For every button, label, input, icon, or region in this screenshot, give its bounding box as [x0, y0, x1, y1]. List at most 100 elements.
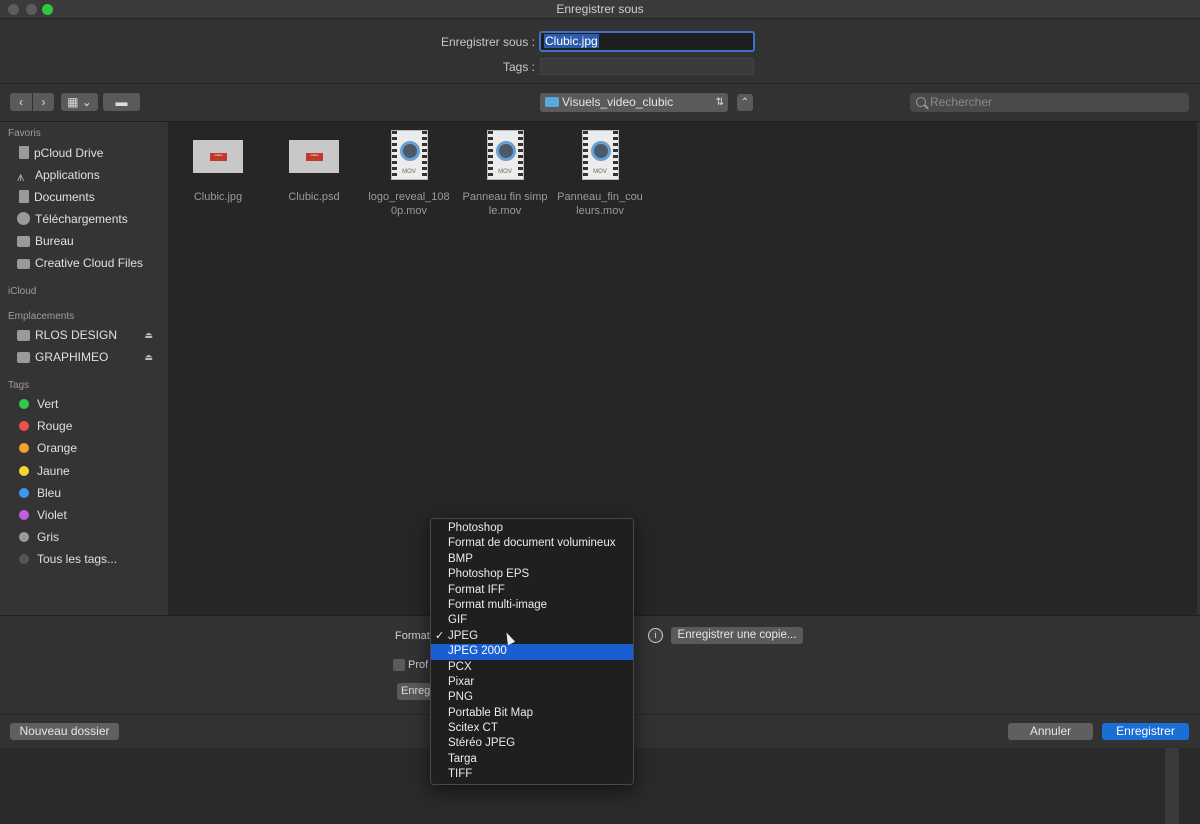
background-scrollbar — [1165, 748, 1179, 824]
new-folder-button[interactable]: Nouveau dossier — [10, 723, 119, 740]
save-copy-button[interactable]: Enregistrer une copie... — [671, 627, 803, 644]
format-menu-item[interactable]: PNG — [431, 690, 633, 705]
title-bar: Enregistrer sous — [0, 0, 1200, 19]
location-popup[interactable]: Visuels_video_clubic ⇅ — [540, 93, 728, 112]
sidebar-tag-item[interactable]: Violet — [17, 505, 163, 525]
back-button[interactable]: ‹ — [10, 93, 32, 111]
section-locations: Emplacements — [8, 311, 75, 322]
sidebar-tag-item[interactable]: Orange — [17, 438, 163, 458]
checkmark-icon: ✓ — [435, 629, 445, 642]
filename-input[interactable]: Clubic.jpg — [539, 31, 755, 52]
save-options-button[interactable]: Enreg — [397, 683, 431, 700]
new-folder-toolbar-button[interactable]: ▬ — [103, 93, 140, 111]
sidebar-item-label: GRAPHIMEO — [35, 350, 109, 364]
sidebar-tag-item[interactable]: Tous les tags... — [17, 549, 163, 569]
save-button[interactable]: Enregistrer — [1102, 723, 1189, 740]
menu-item-label: Format de document volumineux — [448, 537, 616, 550]
tags-input[interactable] — [540, 58, 754, 75]
file-item[interactable]: MOV Panneau_fin_couleurs.mov — [557, 130, 643, 218]
forward-button[interactable]: › — [33, 93, 54, 111]
sidebar-item-label: Applications — [35, 168, 100, 182]
file-name: Panneau_fin_couleurs.mov — [557, 191, 643, 217]
file-item[interactable]: clubic Clubic.jpg — [175, 130, 261, 204]
menu-item-label: BMP — [448, 552, 473, 565]
sidebar-tag-item[interactable]: Bleu — [17, 483, 163, 503]
sidebar-item-label: RLOS DESIGN — [35, 328, 118, 342]
format-menu-item[interactable]: Format multi-image — [431, 598, 633, 613]
info-icon[interactable]: i — [648, 628, 663, 643]
zoom-window-button[interactable] — [42, 4, 53, 15]
close-window-button[interactable] — [8, 4, 19, 15]
eject-icon[interactable]: ⏏ — [144, 325, 153, 345]
tag-color-dot-icon — [19, 421, 29, 432]
menu-item-label: JPEG 2000 — [448, 645, 507, 658]
file-browser: clubic Clubic.jpg clubic Clubic.psd MOV logo_… — [168, 122, 1197, 615]
updown-chevron-icon: ⇅ — [715, 97, 724, 108]
folder-icon — [545, 97, 559, 107]
quicktime-icon — [495, 141, 516, 161]
document-icon — [19, 146, 29, 159]
document-icon — [19, 190, 29, 203]
sidebar-item-downloads[interactable]: Téléchargements — [17, 209, 163, 229]
menu-item-label: Stéréo JPEG — [448, 737, 516, 750]
thumbnail-badge: clubic — [210, 153, 227, 161]
minimize-window-button[interactable] — [26, 4, 37, 15]
format-menu-item[interactable]: Pixar — [431, 675, 633, 690]
sidebar-tag-item[interactable]: Jaune — [17, 461, 163, 481]
view-mode-button[interactable]: ▦ ⌄ — [61, 93, 98, 111]
sidebar-item-desktop[interactable]: Bureau — [17, 231, 163, 251]
sidebar-item-graphimeo[interactable]: GRAPHIMEO ⏏ — [17, 347, 163, 367]
sidebar-item-applications[interactable]: ⩚ Applications — [17, 165, 163, 185]
sidebar-item-label: Bleu — [37, 485, 62, 500]
format-menu-item[interactable]: Photoshop EPS — [431, 567, 633, 582]
chevron-right-icon: › — [41, 95, 46, 109]
eject-icon[interactable]: ⏏ — [144, 347, 153, 367]
menu-item-label: JPEG — [448, 629, 479, 642]
sidebar-item-documents[interactable]: Documents — [17, 187, 163, 207]
image-thumbnail-icon: clubic — [193, 140, 243, 173]
sidebar-tag-item[interactable]: Gris — [17, 527, 163, 547]
chevron-up-icon: ⌃ — [740, 97, 750, 108]
format-menu-item[interactable]: BMP — [431, 552, 633, 567]
profile-label: Prof — [408, 659, 429, 671]
profile-checkbox[interactable] — [393, 659, 405, 671]
cancel-button[interactable]: Annuler — [1008, 723, 1093, 740]
sidebar-tag-item[interactable]: Vert — [17, 394, 163, 414]
search-icon — [916, 97, 926, 107]
format-menu-item[interactable]: JPEG 2000 — [431, 644, 633, 660]
location-label: Visuels_video_clubic — [562, 95, 674, 109]
format-menu-item[interactable]: Format de document volumineux — [431, 536, 633, 551]
menu-item-label: GIF — [448, 614, 468, 627]
sidebar-item-pcloud-drive[interactable]: pCloud Drive — [17, 143, 163, 163]
file-name: logo_reveal_1080p.mov — [368, 191, 450, 217]
format-menu-item[interactable]: GIF — [431, 613, 633, 628]
format-menu-item[interactable]: Stéréo JPEG — [431, 736, 633, 751]
sidebar-tag-item[interactable]: Rouge — [17, 416, 163, 436]
quicktime-icon — [590, 141, 611, 161]
image-thumbnail-icon: clubic — [289, 140, 339, 173]
sidebar-item-creative-cloud[interactable]: Creative Cloud Files — [17, 253, 163, 273]
save-as-label: Enregistrer sous : — [440, 35, 535, 49]
format-menu-item[interactable]: Format IFF — [431, 583, 633, 598]
movie-file-icon: MOV — [486, 130, 524, 180]
format-menu-item[interactable]: PCX — [431, 660, 633, 675]
format-menu-item[interactable]: Scitex CT — [431, 721, 633, 736]
file-type-badge: MOV — [593, 169, 607, 175]
format-menu-item[interactable]: Photoshop — [431, 521, 633, 536]
drive-icon — [17, 330, 30, 341]
sidebar-item-label: pCloud Drive — [34, 146, 104, 160]
format-menu-item[interactable]: Targa — [431, 752, 633, 767]
format-menu-item[interactable]: TIFF — [431, 767, 633, 782]
file-item[interactable]: MOV logo_reveal_1080p.mov — [366, 130, 452, 218]
file-item[interactable]: clubic Clubic.psd — [271, 130, 357, 204]
file-item[interactable]: MOV Panneau fin simple.mov — [462, 130, 548, 218]
menu-item-label: Pixar — [448, 675, 475, 688]
sidebar-item-rlos-design[interactable]: RLOS DESIGN ⏏ — [17, 325, 163, 345]
section-icloud: iCloud — [8, 286, 37, 297]
search-input[interactable]: Rechercher — [910, 93, 1189, 112]
chevron-left-icon: ‹ — [19, 95, 23, 109]
menu-item-label: Format IFF — [448, 583, 505, 596]
format-menu-item[interactable]: ✓ JPEG — [431, 629, 633, 644]
collapse-button[interactable]: ⌃ — [737, 94, 753, 111]
format-menu-item[interactable]: Portable Bit Map — [431, 706, 633, 721]
